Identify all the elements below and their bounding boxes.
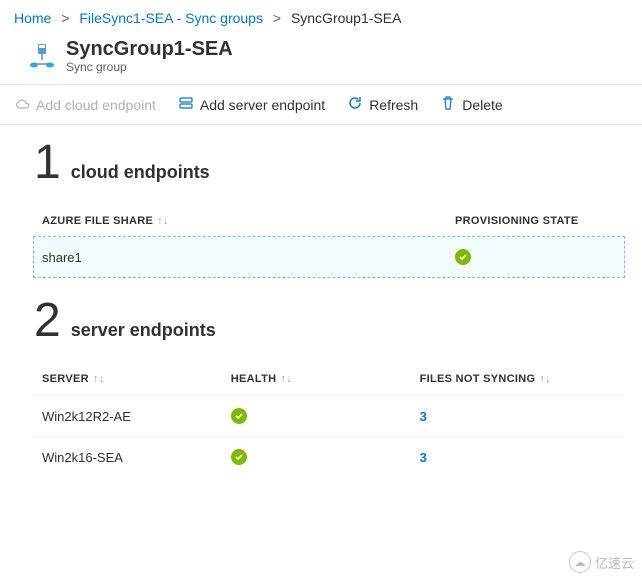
refresh-button[interactable]: Refresh xyxy=(347,95,418,114)
server-endpoints-section: 2 server endpoints SERVER↑↓ HEALTH↑↓ FIL… xyxy=(0,283,642,483)
server-count: 2 xyxy=(34,297,61,345)
files-not-syncing-link[interactable]: 3 xyxy=(420,409,427,424)
toolbar-label: Add cloud endpoint xyxy=(36,97,156,113)
sort-icon: ↑↓ xyxy=(280,373,292,385)
breadcrumb-parent[interactable]: FileSync1-SEA - Sync groups xyxy=(79,10,263,26)
watermark: ☁ 亿速云 xyxy=(569,551,634,573)
chevron-right-icon: > xyxy=(61,10,69,26)
table-row[interactable]: share1 xyxy=(34,237,624,277)
success-icon xyxy=(455,249,471,265)
cell-health xyxy=(223,396,412,437)
cloud-count: 1 xyxy=(34,139,61,187)
delete-button[interactable]: Delete xyxy=(440,95,502,114)
sort-icon: ↑↓ xyxy=(539,373,551,385)
add-cloud-endpoint-button: Add cloud endpoint xyxy=(14,95,156,114)
col-provisioning-state[interactable]: PROVISIONING STATE xyxy=(447,205,624,237)
page-title: SyncGroup1-SEA xyxy=(66,38,233,61)
sort-icon: ↑↓ xyxy=(157,215,169,227)
server-icon xyxy=(178,95,194,114)
table-row[interactable]: Win2k12R2-AE 3 xyxy=(34,396,624,437)
cell-share: share1 xyxy=(34,237,447,277)
cloud-endpoints-table: AZURE FILE SHARE↑↓ PROVISIONING STATE sh… xyxy=(34,205,624,277)
toolbar-label: Delete xyxy=(462,97,502,113)
toolbar-label: Add server endpoint xyxy=(200,97,325,113)
sync-group-icon xyxy=(28,42,56,70)
breadcrumb: Home > FileSync1-SEA - Sync groups > Syn… xyxy=(0,0,642,34)
cloud-upload-icon xyxy=(14,95,30,114)
col-server[interactable]: SERVER↑↓ xyxy=(34,363,223,396)
add-server-endpoint-button[interactable]: Add server endpoint xyxy=(178,95,325,114)
cloud-endpoints-section: 1 cloud endpoints AZURE FILE SHARE↑↓ PRO… xyxy=(0,125,642,283)
refresh-icon xyxy=(347,95,363,114)
success-icon xyxy=(231,408,247,424)
col-azure-file-share[interactable]: AZURE FILE SHARE↑↓ xyxy=(34,205,447,237)
cell-server: Win2k12R2-AE xyxy=(34,396,223,437)
cloud-logo-icon: ☁ xyxy=(569,551,591,573)
cell-state xyxy=(447,237,624,277)
trash-icon xyxy=(440,95,456,114)
col-health[interactable]: HEALTH↑↓ xyxy=(223,363,412,396)
breadcrumb-home[interactable]: Home xyxy=(14,10,51,26)
cell-health xyxy=(223,437,412,478)
success-icon xyxy=(231,449,247,465)
sort-icon: ↑↓ xyxy=(93,373,105,385)
command-bar: Add cloud endpoint Add server endpoint R… xyxy=(0,84,642,125)
chevron-right-icon: > xyxy=(273,10,281,26)
cloud-section-label: cloud endpoints xyxy=(71,162,210,183)
cell-server: Win2k16-SEA xyxy=(34,437,223,478)
server-section-label: server endpoints xyxy=(71,320,216,341)
breadcrumb-current: SyncGroup1-SEA xyxy=(291,10,402,26)
table-row[interactable]: Win2k16-SEA 3 xyxy=(34,437,624,478)
col-files-not-syncing[interactable]: FILES NOT SYNCING↑↓ xyxy=(412,363,624,396)
page-subtitle: Sync group xyxy=(66,60,233,74)
server-endpoints-table: SERVER↑↓ HEALTH↑↓ FILES NOT SYNCING↑↓ Wi… xyxy=(34,363,624,477)
files-not-syncing-link[interactable]: 3 xyxy=(420,450,427,465)
toolbar-label: Refresh xyxy=(369,97,418,113)
page-header: SyncGroup1-SEA Sync group xyxy=(0,34,642,84)
